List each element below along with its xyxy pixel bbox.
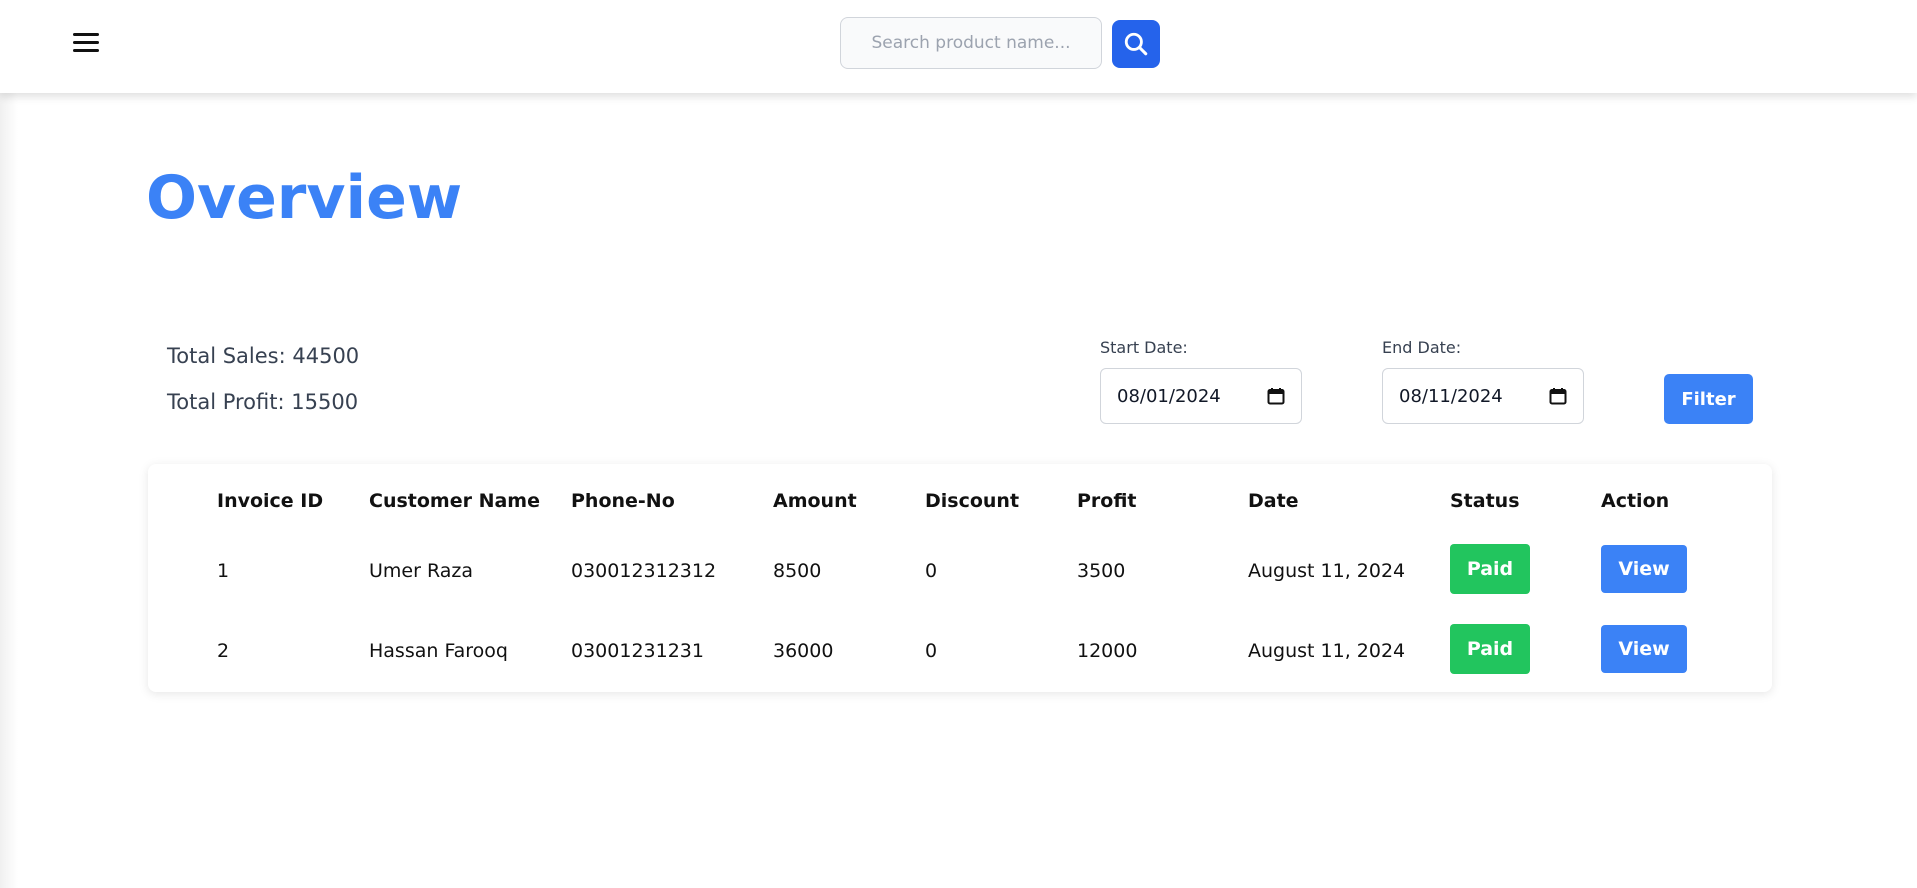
- profit-cell: 3500: [1077, 560, 1126, 582]
- view-button[interactable]: View: [1601, 625, 1687, 673]
- column-header-action: Action: [1601, 490, 1670, 512]
- discount-cell: 0: [925, 640, 938, 662]
- search-icon: [1124, 32, 1148, 56]
- phone-cell: 030012312312: [571, 560, 717, 582]
- start-date-input[interactable]: 08/01/2024: [1100, 368, 1302, 424]
- customer-name-cell: Umer Raza: [369, 560, 473, 582]
- column-header-customer-name: Customer Name: [369, 490, 540, 512]
- column-header-status: Status: [1450, 490, 1520, 512]
- customer-name-cell: Hassan Farooq: [369, 640, 508, 662]
- page-edge-shadow: [0, 0, 18, 888]
- filter-button[interactable]: Filter: [1664, 374, 1753, 424]
- top-navbar: [0, 0, 1917, 93]
- search-input[interactable]: [840, 17, 1102, 69]
- hamburger-menu-icon[interactable]: [73, 32, 101, 54]
- end-date-input[interactable]: 08/11/2024: [1382, 368, 1584, 424]
- end-date-label: End Date:: [1382, 338, 1462, 357]
- discount-cell: 0: [925, 560, 938, 582]
- invoice-table: Invoice ID Customer Name Phone-No Amount…: [148, 464, 1772, 692]
- start-date-value: 08/01/2024: [1117, 385, 1221, 407]
- invoice-id-cell: 2: [217, 640, 230, 662]
- total-sales-text: Total Sales: 44500: [167, 344, 360, 368]
- column-header-amount: Amount: [773, 490, 857, 512]
- date-cell: August 11, 2024: [1248, 560, 1406, 582]
- page-title: Overview: [146, 163, 463, 233]
- profit-cell: 12000: [1077, 640, 1138, 662]
- column-header-profit: Profit: [1077, 490, 1137, 512]
- column-header-invoice-id: Invoice ID: [217, 490, 324, 512]
- search-button[interactable]: [1112, 20, 1160, 68]
- view-button[interactable]: View: [1601, 545, 1687, 593]
- start-date-label: Start Date:: [1100, 338, 1188, 357]
- amount-cell: 36000: [773, 640, 834, 662]
- column-header-date: Date: [1248, 490, 1299, 512]
- status-badge[interactable]: Paid: [1450, 624, 1530, 674]
- invoice-id-cell: 1: [217, 560, 230, 582]
- calendar-icon[interactable]: [1267, 387, 1285, 405]
- column-header-phone-no: Phone-No: [571, 490, 675, 512]
- calendar-icon[interactable]: [1549, 387, 1567, 405]
- column-header-discount: Discount: [925, 490, 1020, 512]
- amount-cell: 8500: [773, 560, 822, 582]
- end-date-value: 08/11/2024: [1399, 385, 1503, 407]
- phone-cell: 03001231231: [571, 640, 704, 662]
- status-badge[interactable]: Paid: [1450, 544, 1530, 594]
- date-cell: August 11, 2024: [1248, 640, 1406, 662]
- total-profit-text: Total Profit: 15500: [167, 390, 359, 414]
